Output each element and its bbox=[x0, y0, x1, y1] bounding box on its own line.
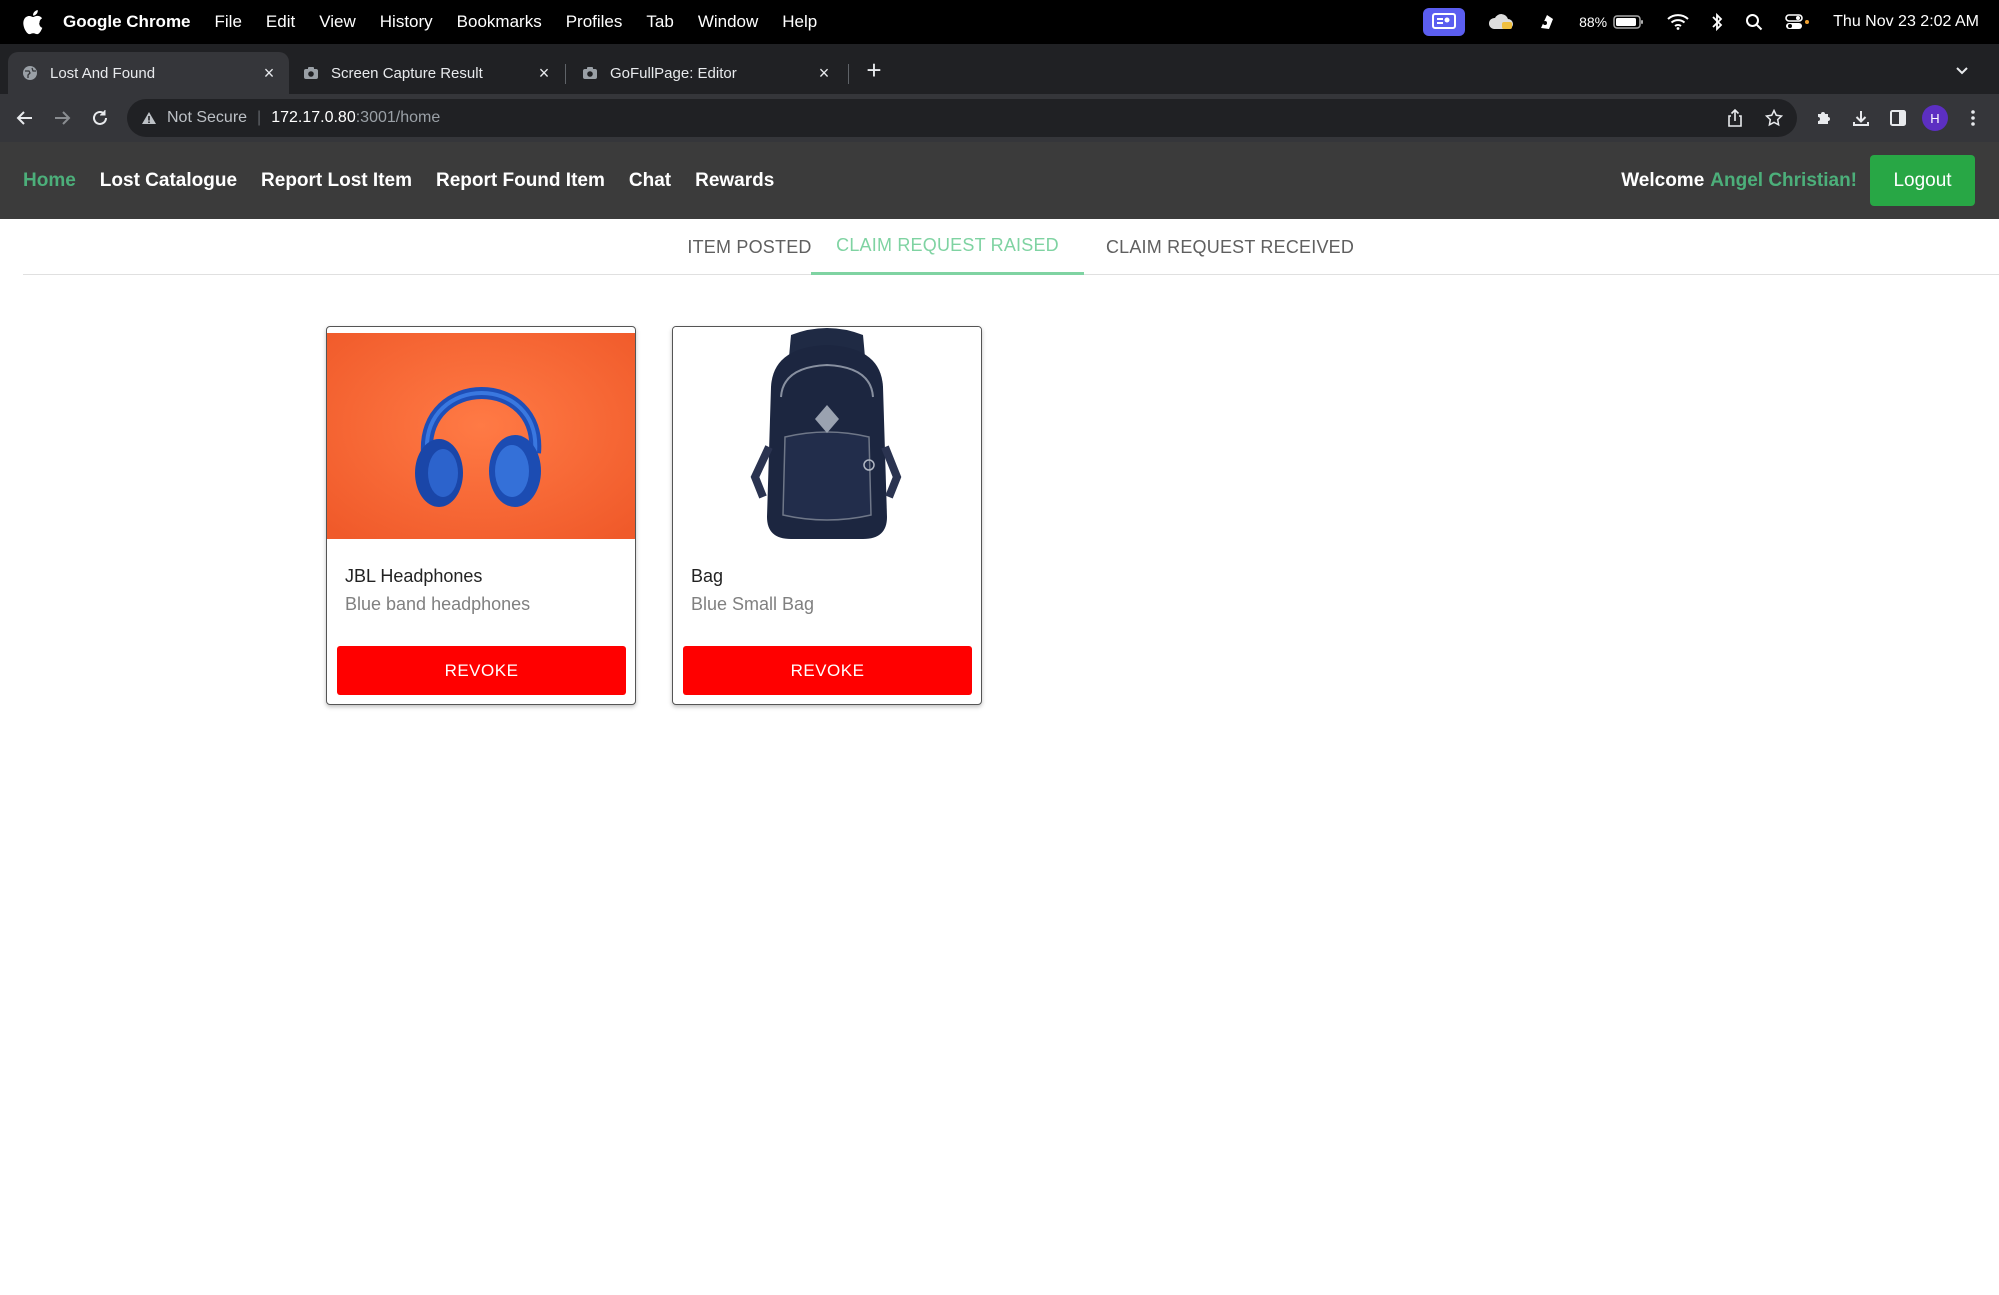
cloud-icon[interactable] bbox=[1487, 12, 1515, 32]
apple-logo-icon[interactable] bbox=[22, 9, 44, 35]
back-arrow-icon[interactable] bbox=[11, 104, 39, 132]
menu-clock[interactable]: Thu Nov 23 2:02 AM bbox=[1833, 13, 1979, 31]
browser-tab-lost-and-found[interactable]: Lost And Found × bbox=[8, 52, 289, 94]
revoke-button[interactable]: REVOKE bbox=[683, 646, 972, 695]
item-card: Bag Blue Small Bag REVOKE bbox=[672, 326, 982, 705]
globe-icon bbox=[22, 65, 38, 81]
menu-bookmarks[interactable]: Bookmarks bbox=[457, 12, 542, 32]
url-host: 172.17.0.80 bbox=[271, 109, 356, 126]
menu-help[interactable]: Help bbox=[782, 12, 817, 32]
tab-title: Screen Capture Result bbox=[331, 64, 483, 82]
close-tab-icon[interactable]: × bbox=[259, 63, 279, 83]
menu-history[interactable]: History bbox=[380, 12, 433, 32]
tab-search-chevron-icon[interactable] bbox=[1952, 60, 1972, 80]
app-extension-icon[interactable] bbox=[1537, 12, 1557, 32]
battery-status: 88% bbox=[1579, 14, 1645, 30]
welcome-message: Welcome Angel Christian! bbox=[1621, 142, 1857, 219]
more-vertical-icon[interactable] bbox=[1959, 104, 1987, 132]
nav-home[interactable]: Home bbox=[23, 170, 76, 192]
close-tab-icon[interactable]: × bbox=[534, 63, 554, 83]
menu-view[interactable]: View bbox=[319, 12, 356, 32]
camera-icon bbox=[582, 65, 598, 81]
macos-menu-bar: Google Chrome File Edit View History Boo… bbox=[0, 0, 1999, 44]
omnibox-divider: | bbox=[257, 109, 262, 126]
nav-report-lost-item[interactable]: Report Lost Item bbox=[261, 170, 412, 192]
nav-rewards[interactable]: Rewards bbox=[695, 170, 774, 192]
tab-title: Lost And Found bbox=[50, 64, 156, 82]
card-description: Blue Small Bag bbox=[691, 594, 815, 614]
status-tray: 88% Thu Nov 23 2:02 AM bbox=[1423, 0, 1979, 44]
control-center-icon[interactable] bbox=[1785, 13, 1811, 31]
spotlight-search-icon[interactable] bbox=[1745, 13, 1763, 31]
nav-lost-catalogue[interactable]: Lost Catalogue bbox=[100, 170, 237, 192]
claims-tab-bar: ITEM POSTED CLAIM REQUEST RAISED CLAIM R… bbox=[23, 219, 1999, 275]
battery-icon[interactable] bbox=[1613, 14, 1645, 30]
headphones-image bbox=[327, 333, 635, 539]
profile-initial: H bbox=[1922, 105, 1948, 131]
nav-chat[interactable]: Chat bbox=[629, 170, 671, 192]
menu-tab[interactable]: Tab bbox=[646, 12, 673, 32]
logout-button[interactable]: Logout bbox=[1870, 155, 1975, 206]
profile-avatar[interactable]: H bbox=[1921, 104, 1949, 132]
browser-tab-strip: Lost And Found × Screen Capture Result ×… bbox=[0, 44, 1999, 94]
tab-claim-request-received[interactable]: CLAIM REQUEST RECEIVED bbox=[1093, 219, 1367, 275]
tab-divider bbox=[565, 64, 566, 84]
download-icon[interactable] bbox=[1847, 104, 1875, 132]
bookmark-star-icon[interactable] bbox=[1765, 109, 1783, 127]
browser-toolbar: Not Secure | 172.17.0.80:3001/home H bbox=[0, 94, 1999, 142]
new-tab-plus-icon[interactable]: + bbox=[862, 57, 886, 83]
item-card: JBL Headphones Blue band headphones REVO… bbox=[326, 326, 636, 705]
close-tab-icon[interactable]: × bbox=[814, 63, 834, 83]
nav-report-found-item[interactable]: Report Found Item bbox=[436, 170, 605, 192]
revoke-button[interactable]: REVOKE bbox=[337, 646, 626, 695]
menu-file[interactable]: File bbox=[215, 12, 242, 32]
url-path: :3001/home bbox=[355, 109, 441, 126]
browser-tab-screen-capture[interactable]: Screen Capture Result × bbox=[289, 52, 564, 94]
card-title: JBL Headphones bbox=[345, 566, 483, 586]
tab-divider bbox=[848, 64, 849, 84]
menu-profiles[interactable]: Profiles bbox=[566, 12, 623, 32]
share-icon[interactable] bbox=[1727, 109, 1743, 127]
tab-claim-request-raised[interactable]: CLAIM REQUEST RAISED bbox=[811, 219, 1084, 275]
wifi-icon[interactable] bbox=[1667, 14, 1689, 30]
side-panel-icon[interactable] bbox=[1884, 104, 1912, 132]
user-name: Angel Christian! bbox=[1710, 169, 1857, 191]
card-title: Bag bbox=[691, 566, 724, 586]
menu-window[interactable]: Window bbox=[698, 12, 758, 32]
security-label[interactable]: Not Secure bbox=[167, 109, 247, 127]
browser-tab-gofullpage[interactable]: GoFullPage: Editor × bbox=[568, 52, 844, 94]
warning-triangle-icon[interactable] bbox=[141, 109, 159, 127]
camera-icon bbox=[303, 65, 319, 81]
app-navbar: Home Lost Catalogue Report Lost Item Rep… bbox=[0, 142, 1999, 219]
forward-arrow-icon[interactable] bbox=[48, 104, 76, 132]
menu-app-name[interactable]: Google Chrome bbox=[63, 12, 191, 32]
screen-share-icon[interactable] bbox=[1423, 8, 1466, 36]
extensions-puzzle-icon[interactable] bbox=[1810, 104, 1838, 132]
backpack-image bbox=[673, 327, 981, 539]
menu-edit[interactable]: Edit bbox=[266, 12, 295, 32]
tab-title: GoFullPage: Editor bbox=[610, 64, 737, 82]
address-bar[interactable]: Not Secure | 172.17.0.80:3001/home bbox=[127, 99, 1797, 137]
card-description: Blue band headphones bbox=[345, 594, 531, 614]
bluetooth-icon[interactable] bbox=[1711, 12, 1723, 32]
battery-percent: 88% bbox=[1579, 14, 1608, 30]
welcome-label: Welcome bbox=[1621, 169, 1705, 191]
reload-icon[interactable] bbox=[86, 104, 114, 132]
